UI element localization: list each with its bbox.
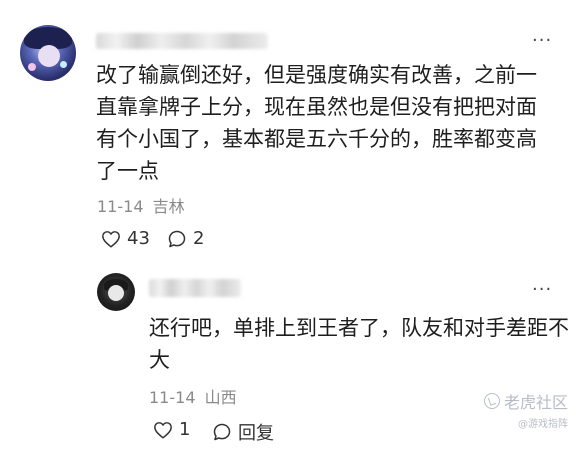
main-comment-reply-count: 2 (193, 228, 205, 249)
watermark-brand: 老虎社区 (503, 393, 568, 412)
avatar-sparkle (28, 63, 36, 71)
watermark: 老虎社区 @游戏指阵 (483, 389, 568, 430)
heart-icon (102, 230, 120, 248)
brand-logo-icon (483, 393, 500, 409)
main-comment-location: 吉林 (152, 197, 185, 216)
main-comment-like-button[interactable]: 43 (101, 228, 150, 249)
heart-icon (154, 421, 172, 439)
reply-comment-more-icon[interactable]: ··· (532, 281, 552, 299)
reply-comment-meta: 11-14 山西 (149, 384, 237, 408)
watermark-sub: @游戏指阵 (518, 419, 568, 430)
reply-button-label: 回复 (238, 423, 274, 444)
reply-comment-username-blurred[interactable] (149, 279, 241, 297)
watermark-brand-row: 老虎社区 (483, 389, 568, 413)
main-comment-username-blurred[interactable] (96, 33, 268, 49)
reply-comment-location: 山西 (204, 388, 237, 407)
avatar-face-shape (108, 285, 124, 301)
reply-comment-like-count: 1 (179, 419, 191, 440)
reply-comment-date: 11-14 (149, 388, 196, 407)
main-comment-avatar[interactable] (20, 25, 76, 81)
main-comment-meta: 11-14 吉林 (97, 193, 185, 217)
reply-button[interactable]: 回复 (212, 419, 274, 445)
main-comment-date: 11-14 (97, 197, 144, 216)
reply-comment-avatar[interactable] (97, 273, 135, 311)
comment-icon (213, 423, 231, 441)
avatar-face-shape (38, 45, 60, 67)
avatar-sparkle (60, 61, 67, 68)
main-comment-like-count: 43 (127, 228, 150, 249)
main-comment-more-icon[interactable]: ··· (532, 32, 552, 50)
comment-icon (168, 230, 186, 247)
main-comment-reply-count-button[interactable]: 2 (167, 228, 204, 249)
reply-comment-text: 还行吧，单排上到王者了，队友和对手差距不大 (149, 316, 569, 372)
main-comment-text: 改了输赢倒还好，但是强度确实有改善，之前一直靠拿牌子上分，现在虽然也是但没有把把… (96, 63, 537, 183)
reply-comment-like-button[interactable]: 1 (153, 419, 190, 440)
